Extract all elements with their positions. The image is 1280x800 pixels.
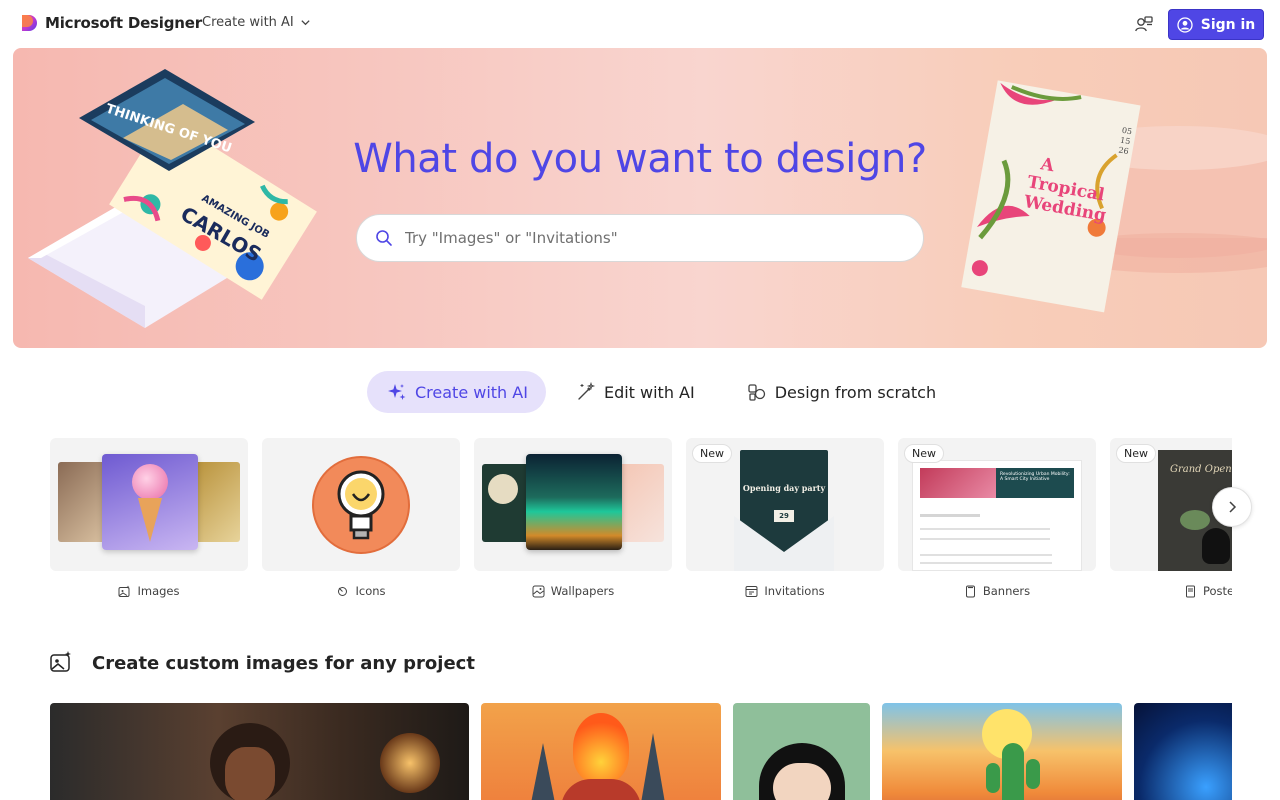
search-icon xyxy=(376,230,392,246)
category-name-images: Images xyxy=(137,584,180,598)
category-thumb-banners: Revolutionizing Urban Mobility: A Smart … xyxy=(898,438,1096,571)
new-badge: New xyxy=(904,444,944,463)
category-name-icons: Icons xyxy=(355,584,386,598)
invitation-card-title: Opening day party xyxy=(742,483,826,493)
user-circle-icon xyxy=(1177,16,1193,33)
create-with-ai-menu[interactable]: Create with AI xyxy=(202,15,311,30)
wallpaper-icon xyxy=(532,585,545,597)
search-input[interactable] xyxy=(405,229,885,247)
top-bar: Microsoft Designer Create with AI Sign i… xyxy=(0,0,1280,48)
designer-logo-icon[interactable] xyxy=(18,13,38,33)
gallery-item[interactable] xyxy=(733,703,870,800)
new-badge: New xyxy=(1116,444,1156,463)
category-label-posters: Posters xyxy=(1110,583,1232,599)
poster-icon xyxy=(1186,585,1195,597)
category-name-posters: Posters xyxy=(1203,584,1232,598)
image-sparkle-icon xyxy=(50,651,71,672)
invitation-card-date: 29 xyxy=(774,510,794,522)
icon-shapes-icon xyxy=(338,586,348,596)
gallery-item[interactable] xyxy=(50,703,469,800)
category-thumb-invitations: Opening day party 29 New xyxy=(686,438,884,571)
section-title: Create custom images for any project xyxy=(92,653,475,674)
hero-banner: AMAZING JOB CARLOS THINKING OF YOU A Tro… xyxy=(13,48,1267,348)
tab-create-label: Create with AI xyxy=(415,382,528,402)
category-card-images[interactable]: Images xyxy=(50,438,248,599)
category-card-icons[interactable]: Icons xyxy=(262,438,460,599)
category-name-banners: Banners xyxy=(982,584,1031,598)
design-search-box[interactable] xyxy=(356,214,924,262)
category-thumb-icons xyxy=(262,438,460,571)
greeting-cards-illustration: AMAZING JOB CARLOS THINKING OF YOU xyxy=(28,69,317,328)
tab-edit-label: Edit with AI xyxy=(603,382,695,402)
category-card-banners[interactable]: Revolutionizing Urban Mobility: A Smart … xyxy=(898,438,1096,599)
shapes-icon xyxy=(748,384,765,401)
category-label-invitations: Invitations xyxy=(686,583,884,599)
category-label-banners: Banners xyxy=(898,583,1096,599)
sign-in-label: Sign in xyxy=(1200,16,1256,33)
lightbulb-illustration xyxy=(337,470,385,540)
sparkle-icon xyxy=(388,384,406,400)
category-card-wallpapers[interactable]: Wallpapers xyxy=(474,438,672,599)
category-card-posters[interactable]: Grand Opening New Posters xyxy=(1110,438,1232,599)
magic-wand-icon xyxy=(578,382,596,400)
category-carousel: Images Icons Wallpapers Opening day part… xyxy=(50,438,1232,608)
wedding-invitation-illustration: A Tropical Wedding 05 15 26 xyxy=(961,80,1267,313)
tab-create-with-ai[interactable]: Create with AI xyxy=(367,371,546,413)
poster-card-title: Grand Opening xyxy=(1170,464,1232,475)
mode-tabs: Create with AI Edit with AI Design from … xyxy=(367,371,954,413)
category-name-invitations: Invitations xyxy=(764,584,825,598)
category-thumb-wallpapers xyxy=(474,438,672,571)
banner-card-heading: Revolutionizing Urban Mobility: A Smart … xyxy=(1000,472,1070,482)
tab-edit-with-ai[interactable]: Edit with AI xyxy=(558,371,713,413)
create-menu-label: Create with AI xyxy=(202,15,294,30)
tab-design-from-scratch[interactable]: Design from scratch xyxy=(729,371,954,413)
people-switch-icon[interactable] xyxy=(1134,14,1154,34)
carousel-next-button[interactable] xyxy=(1212,487,1252,527)
category-label-icons: Icons xyxy=(262,583,460,599)
sign-in-button[interactable]: Sign in xyxy=(1168,9,1264,40)
category-card-invitations[interactable]: Opening day party 29 New Invitations xyxy=(686,438,884,599)
category-label-wallpapers: Wallpapers xyxy=(474,583,672,599)
tab-scratch-label: Design from scratch xyxy=(774,382,937,402)
hero-title: What do you want to design? xyxy=(353,136,927,182)
new-badge: New xyxy=(692,444,732,463)
calendar-icon xyxy=(745,585,758,597)
category-name-wallpapers: Wallpapers xyxy=(550,584,615,598)
wedding-date-1: 05 xyxy=(1121,126,1133,137)
chevron-right-icon xyxy=(1229,501,1237,513)
gallery-item[interactable] xyxy=(1134,703,1232,800)
image-sparkle-icon xyxy=(118,585,130,597)
image-gallery xyxy=(50,703,1232,800)
gallery-item[interactable] xyxy=(481,703,721,800)
category-label-images: Images xyxy=(50,583,248,599)
brand-name[interactable]: Microsoft Designer xyxy=(45,14,202,32)
banner-icon xyxy=(965,585,975,597)
chevron-down-icon xyxy=(301,20,310,26)
category-thumb-images xyxy=(50,438,248,571)
gallery-item[interactable] xyxy=(882,703,1122,800)
